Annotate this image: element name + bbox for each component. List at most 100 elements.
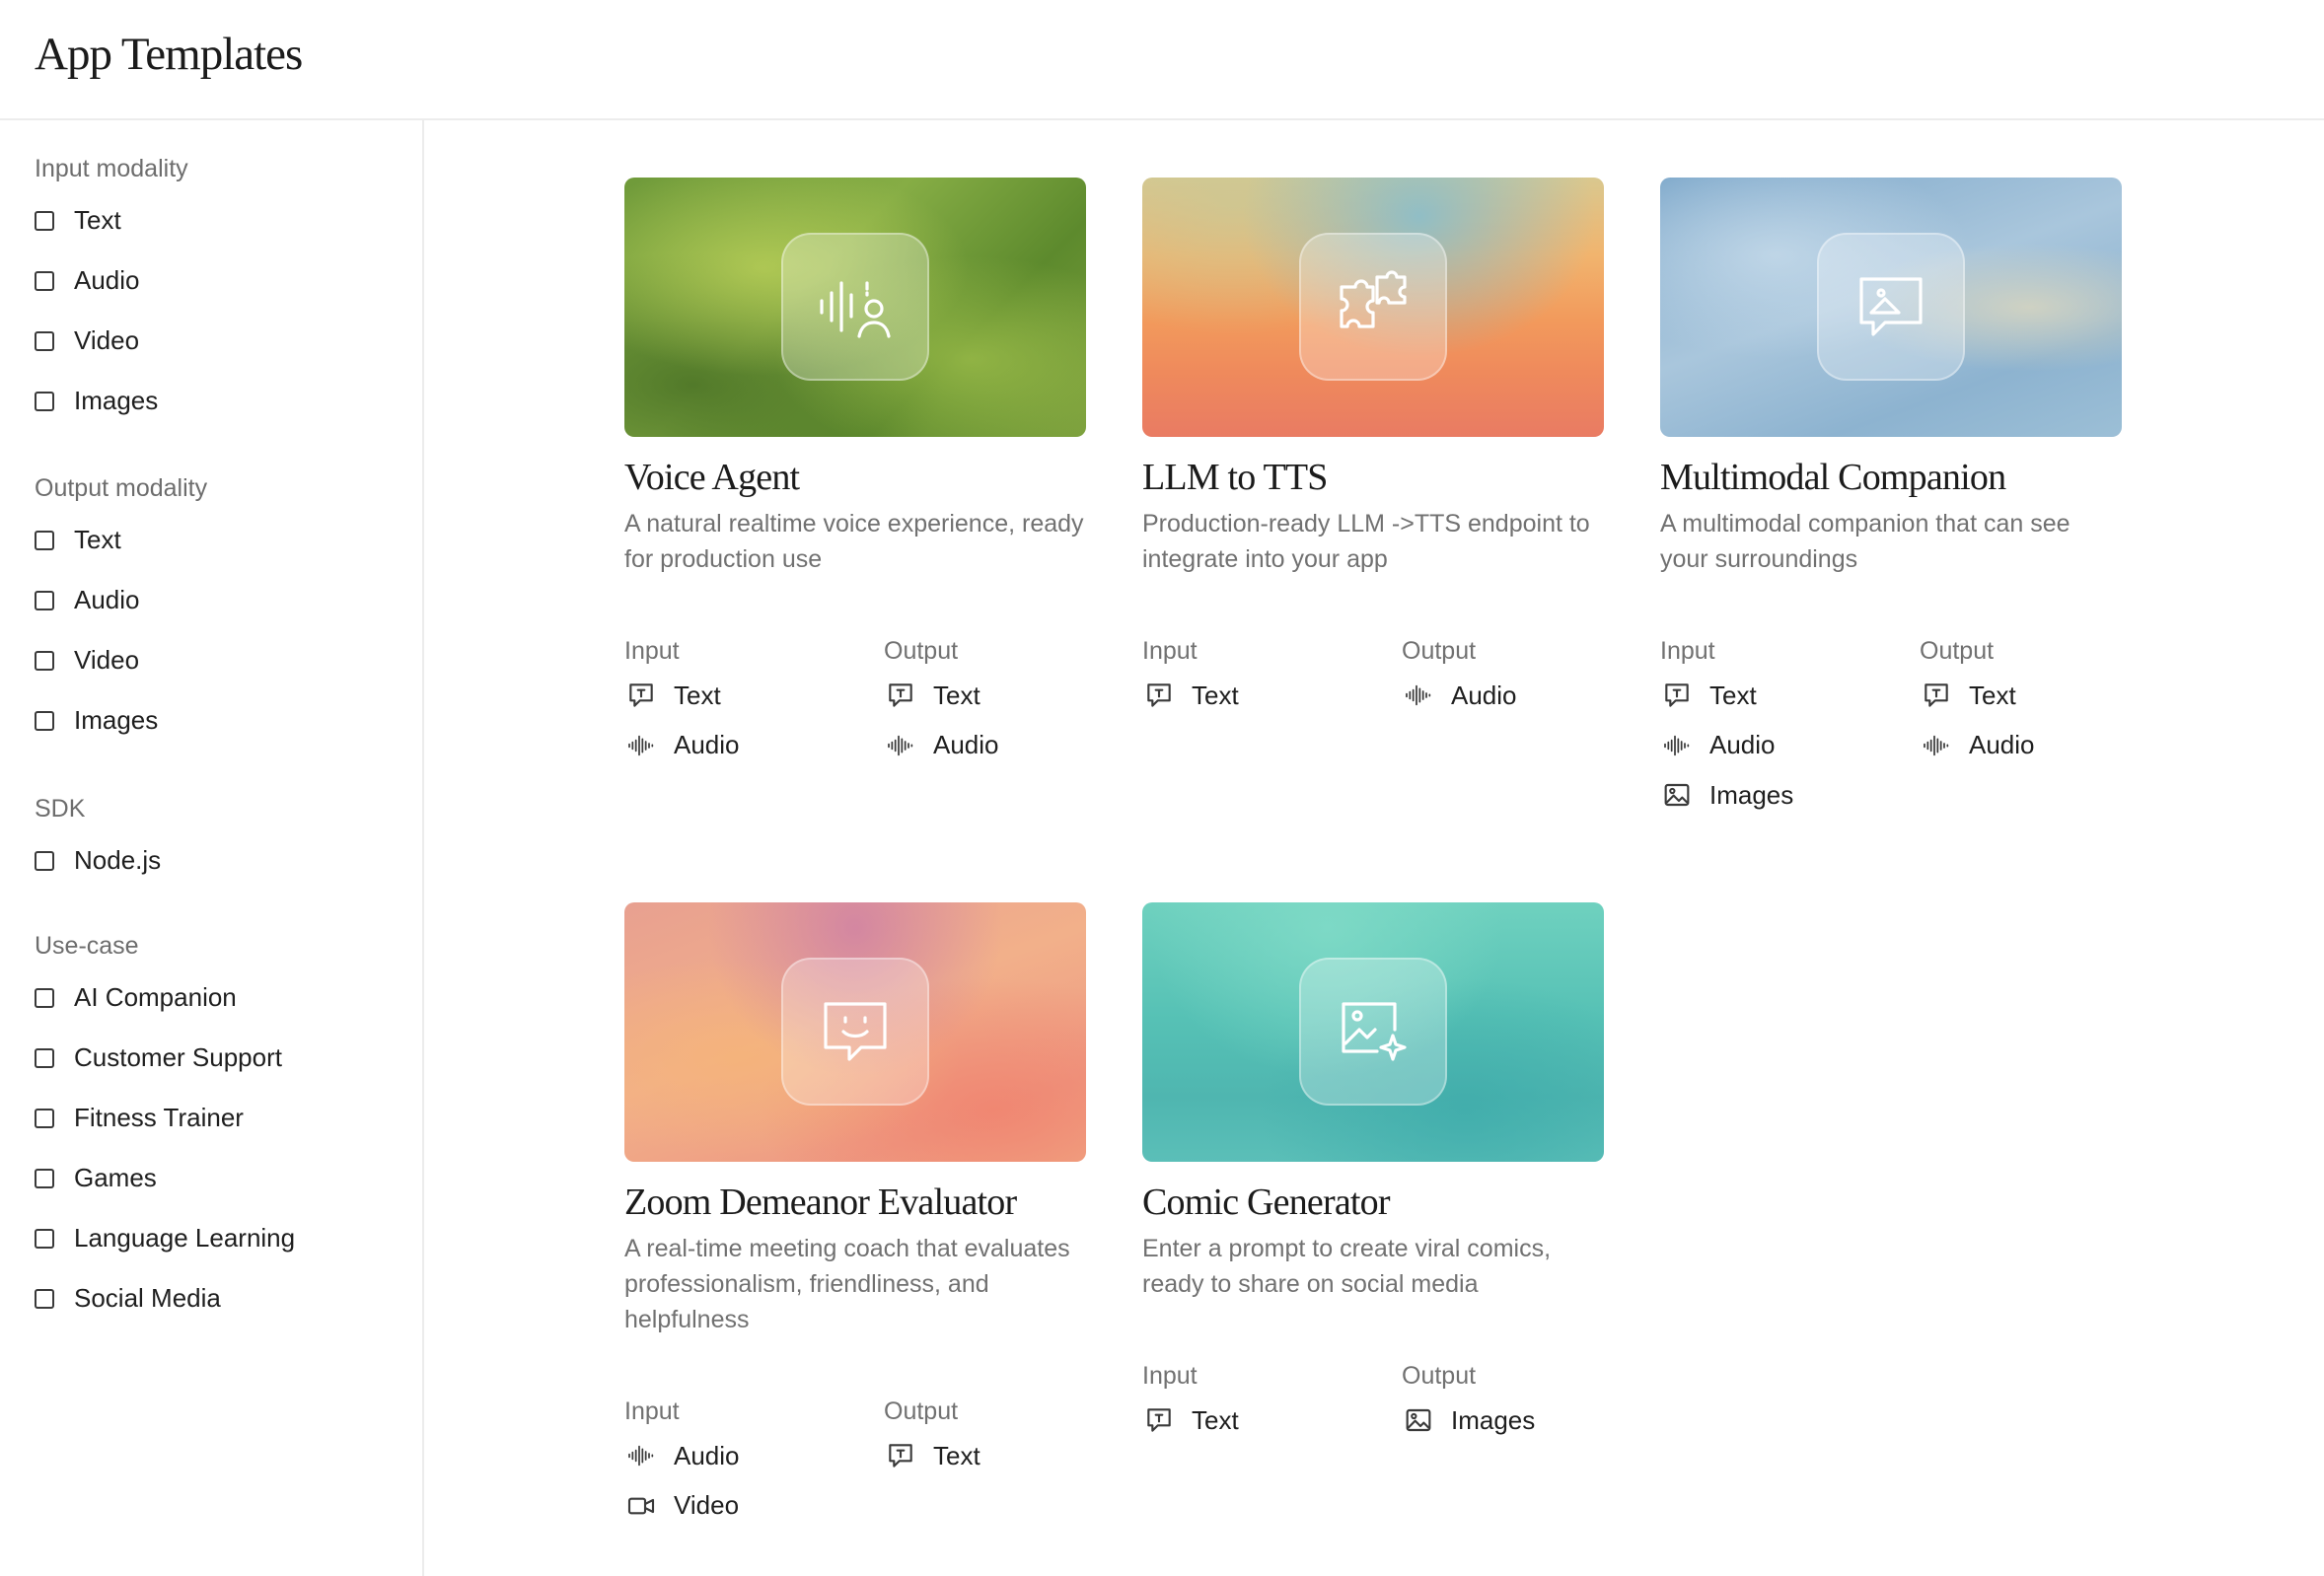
card-thumbnail — [1142, 902, 1604, 1162]
filter-option-output-images[interactable]: Images — [35, 690, 207, 751]
output-column: Output Text Audio — [1920, 631, 2179, 821]
filter-option-sdk-nodejs[interactable]: Node.js — [35, 830, 161, 891]
checkbox[interactable] — [35, 210, 54, 231]
input-column: Input Text — [1142, 1356, 1402, 1446]
checkbox[interactable] — [35, 530, 54, 550]
io-label: Text — [674, 680, 721, 710]
io-label: Images — [1451, 1404, 1536, 1435]
io-label: Audio — [933, 730, 999, 760]
output-column: Output Text — [884, 1392, 1143, 1531]
checkbox[interactable] — [35, 650, 54, 671]
template-card-zoom-demeanor-evaluator[interactable]: Zoom Demeanor Evaluator A real-time meet… — [624, 902, 1086, 1520]
input-column: Input Text Audio Images — [1660, 631, 1920, 821]
io-label: Audio — [1709, 730, 1776, 760]
output-heading: Output — [884, 637, 959, 665]
filter-option-language-learning[interactable]: Language Learning — [35, 1208, 295, 1268]
filter-option-customer-support[interactable]: Customer Support — [35, 1028, 295, 1088]
output-column: Output Text Audio — [884, 631, 1143, 770]
card-io: Input Text Audio Images Output Text Audi… — [1660, 631, 2179, 821]
filter-option-input-text[interactable]: Text — [35, 190, 188, 251]
text-icon — [1660, 679, 1694, 712]
io-label: Video — [674, 1490, 740, 1521]
card-icon-tile — [781, 958, 929, 1106]
checkbox[interactable] — [35, 1108, 54, 1128]
io-item: Text — [1660, 671, 1920, 721]
checkbox[interactable] — [35, 391, 54, 411]
filter-option-input-video[interactable]: Video — [35, 311, 188, 371]
checkbox[interactable] — [35, 1288, 54, 1309]
card-io: Input Text Output Audio — [1142, 631, 1661, 721]
filter-heading: Use-case — [35, 932, 139, 960]
template-card-comic-generator[interactable]: Comic Generator Enter a prompt to create… — [1142, 902, 1604, 1435]
template-card-multimodal-companion[interactable]: Multimodal Companion A multimodal compan… — [1660, 178, 2122, 810]
card-title: Voice Agent — [624, 457, 800, 498]
template-card-llm-to-tts[interactable]: LLM to TTS Production-ready LLM ->TTS en… — [1142, 178, 1604, 710]
filter-group-output-modality: Output modality Text Audio Video Images — [35, 466, 207, 751]
filter-option-output-audio[interactable]: Audio — [35, 570, 207, 630]
input-heading: Input — [1142, 637, 1198, 665]
checkbox[interactable] — [35, 1228, 54, 1249]
audio-icon — [624, 729, 658, 762]
filter-option-output-video[interactable]: Video — [35, 630, 207, 690]
io-label: Text — [1192, 1404, 1239, 1435]
io-label: Text — [1969, 680, 2016, 710]
io-label: Text — [1709, 680, 1757, 710]
filter-label: Text — [74, 525, 121, 554]
io-item: Images — [1402, 1396, 1661, 1446]
page-title: App Templates — [35, 29, 303, 80]
image-chat-icon — [1859, 277, 1923, 336]
checkbox[interactable] — [35, 270, 54, 291]
filter-heading: SDK — [35, 795, 86, 823]
io-label: Audio — [1451, 680, 1517, 710]
filter-group-sdk: SDK Node.js — [35, 787, 161, 891]
card-title: Zoom Demeanor Evaluator — [624, 1182, 1017, 1223]
input-heading: Input — [624, 637, 680, 665]
checkbox[interactable] — [35, 1047, 54, 1068]
filter-option-fitness-trainer[interactable]: Fitness Trainer — [35, 1088, 295, 1148]
input-heading: Input — [1660, 637, 1715, 665]
checkbox[interactable] — [35, 590, 54, 610]
filter-group-input-modality: Input modality Text Audio Video Images — [35, 147, 188, 431]
filter-option-output-text[interactable]: Text — [35, 510, 207, 570]
output-heading: Output — [1402, 1362, 1477, 1390]
filter-option-ai-companion[interactable]: AI Companion — [35, 967, 295, 1028]
video-icon — [624, 1489, 658, 1523]
filter-label: Images — [74, 386, 159, 415]
io-item: Audio — [624, 721, 884, 771]
card-thumbnail — [1660, 178, 2122, 437]
text-icon — [1142, 679, 1176, 712]
audio-icon — [1402, 679, 1435, 712]
card-title: LLM to TTS — [1142, 457, 1328, 498]
voice-agent-icon — [820, 281, 891, 338]
io-label: Text — [933, 680, 980, 710]
checkbox[interactable] — [35, 330, 54, 351]
filter-option-input-images[interactable]: Images — [35, 371, 188, 431]
card-io: Input Text Output Images — [1142, 1356, 1661, 1446]
input-heading: Input — [624, 1397, 680, 1425]
image-icon — [1660, 778, 1694, 812]
io-item: Text — [624, 671, 884, 721]
io-label: Audio — [674, 1440, 740, 1470]
filter-heading: Output modality — [35, 474, 208, 502]
text-icon — [884, 1439, 917, 1472]
output-heading: Output — [884, 1397, 959, 1425]
card-icon-tile — [1299, 233, 1447, 381]
checkbox[interactable] — [35, 1168, 54, 1188]
checkbox[interactable] — [35, 850, 54, 871]
card-thumbnail — [624, 178, 1086, 437]
card-icon-tile — [1817, 233, 1965, 381]
filter-option-input-audio[interactable]: Audio — [35, 251, 188, 311]
audio-icon — [1660, 729, 1694, 762]
card-description: A real-time meeting coach that evaluates… — [624, 1235, 1070, 1333]
checkbox[interactable] — [35, 987, 54, 1008]
image-sparkle-icon — [1342, 1002, 1407, 1061]
checkbox[interactable] — [35, 710, 54, 731]
card-io: Input Audio Video Output Text — [624, 1392, 1143, 1531]
filter-option-games[interactable]: Games — [35, 1148, 295, 1208]
io-label: Text — [933, 1440, 980, 1470]
filter-option-social-media[interactable]: Social Media — [35, 1268, 295, 1328]
text-icon — [1142, 1403, 1176, 1437]
filter-heading: Input modality — [35, 155, 188, 182]
template-card-voice-agent[interactable]: Voice Agent A natural realtime voice exp… — [624, 178, 1086, 759]
page-header: App Templates — [0, 0, 2324, 120]
